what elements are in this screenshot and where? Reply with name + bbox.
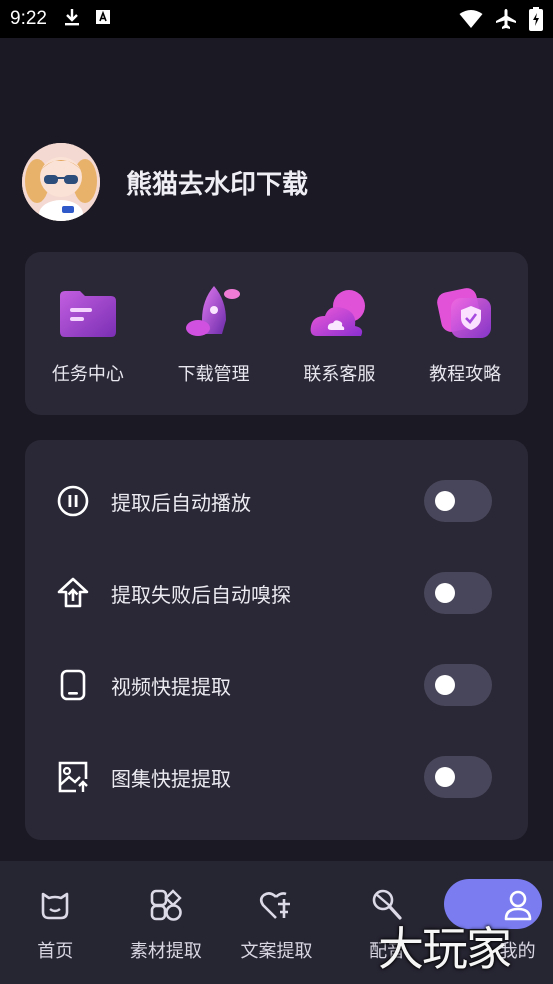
customer-service-label: 联系客服 [303, 364, 376, 385]
setting-video-quick: 视频快提提取 [25, 655, 528, 715]
task-center-button[interactable]: 任务中心 [33, 282, 143, 415]
toggle-knob [435, 491, 455, 511]
status-time: 9:22 [10, 8, 47, 29]
battery-icon [529, 7, 543, 36]
a-box-icon [95, 9, 111, 30]
settings-card: 提取后自动播放 提取失败后自动嗅探 视频快提提取 图集快提提取 [25, 440, 528, 840]
setting-auto-sniff: 提取失败后自动嗅探 [25, 563, 528, 623]
nav-home-label: 首页 [37, 941, 74, 962]
task-center-label: 任务中心 [51, 364, 124, 385]
download-manager-button[interactable]: 下载管理 [159, 282, 269, 415]
nav-material[interactable]: 素材提取 [111, 861, 222, 984]
tutorial-label: 教程攻略 [429, 364, 502, 385]
wifi-icon [459, 9, 483, 34]
toggle-knob [435, 675, 455, 695]
avatar[interactable] [22, 143, 100, 221]
quick-actions-card: 任务中心 下载管理 联系客服 教程攻略 [25, 252, 528, 415]
toggle-knob [435, 583, 455, 603]
download-manager-label: 下载管理 [177, 364, 250, 385]
pause-circle-icon [55, 483, 91, 519]
profile-name: 熊猫去水印下载 [126, 169, 309, 200]
shapes-icon [146, 885, 186, 925]
tablet-icon [55, 667, 91, 703]
profile-header[interactable]: 熊猫去水印下载 [22, 143, 308, 221]
airplane-icon [495, 8, 517, 35]
user-icon [498, 885, 538, 925]
auto-play-toggle[interactable] [424, 480, 492, 522]
folder-icon [56, 282, 120, 346]
auto-sniff-label: 提取失败后自动嗅探 [111, 582, 291, 607]
nav-copywriting[interactable]: 文案提取 [221, 861, 332, 984]
tutorial-button[interactable]: 教程攻略 [410, 282, 520, 415]
setting-auto-play: 提取后自动播放 [25, 471, 528, 531]
nav-mine-label: 我的 [499, 941, 536, 962]
nav-copywriting-label: 文案提取 [240, 941, 313, 962]
setting-gallery-quick: 图集快提提取 [25, 747, 528, 807]
rocket-icon [182, 282, 246, 346]
nav-material-label: 素材提取 [129, 941, 202, 962]
watermark-text: 大玩家 [378, 922, 512, 976]
toggle-knob [435, 767, 455, 787]
upload-house-icon [55, 575, 91, 611]
cloud-icon [307, 282, 371, 346]
auto-play-label: 提取后自动播放 [111, 490, 251, 515]
nav-home[interactable]: 首页 [0, 861, 111, 984]
gallery-quick-toggle[interactable] [424, 756, 492, 798]
video-quick-label: 视频快提提取 [111, 674, 231, 699]
customer-service-button[interactable]: 联系客服 [284, 282, 394, 415]
video-quick-toggle[interactable] [424, 664, 492, 706]
auto-sniff-toggle[interactable] [424, 572, 492, 614]
gallery-quick-label: 图集快提提取 [111, 766, 231, 791]
image-upload-icon [55, 759, 91, 795]
home-cat-icon [35, 885, 75, 925]
download-icon [63, 7, 81, 32]
heart-text-icon [256, 885, 296, 925]
status-bar: 9:22 [0, 0, 553, 38]
shield-icon [433, 282, 497, 346]
